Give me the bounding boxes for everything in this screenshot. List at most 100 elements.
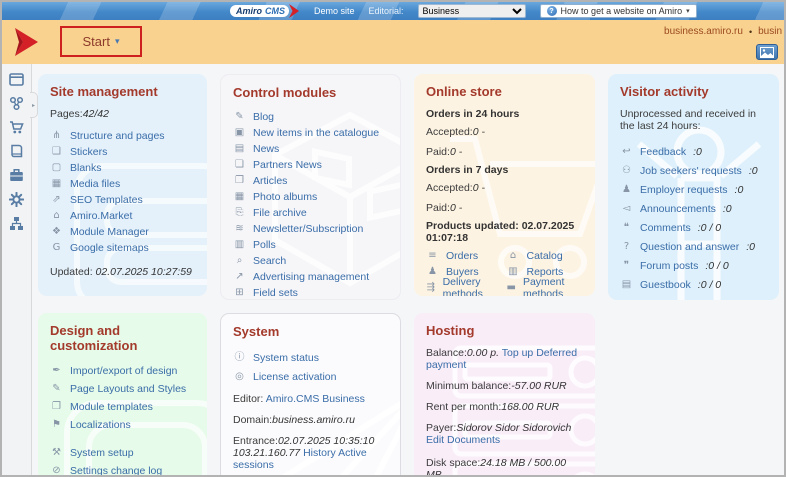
link-job-seekers[interactable]: ⚇Job seekers' requests:0 (620, 161, 767, 180)
link-field-sets[interactable]: ⊞Field sets (233, 285, 388, 300)
grid-icon: ⊞ (233, 288, 246, 298)
link-news[interactable]: ▤News (233, 141, 388, 157)
link-photo-albums[interactable]: ▦Photo albums (233, 189, 388, 205)
package-icon: ❖ (50, 227, 63, 237)
entrance-row: Entrance:02.07.2025 10:35:10 103.21.160.… (233, 435, 388, 471)
link-partners-news[interactable]: ❏Partners News (233, 157, 388, 173)
link-feedback[interactable]: ↩Feedback:0 (620, 142, 767, 161)
flag-icon: ⚑ (50, 420, 63, 430)
sitemap-icon (9, 216, 24, 231)
demo-site-link[interactable]: Demo site (314, 6, 355, 16)
help-button-label: How to get a website on Amiro (561, 6, 683, 16)
link-page-layouts[interactable]: ✎Page Layouts and Styles (50, 380, 195, 398)
amiro-cms-logo[interactable]: AmiroCMS (230, 4, 300, 18)
link-catalog[interactable]: ⌂Catalog (507, 248, 584, 264)
picture-icon (760, 47, 774, 58)
image-preview-button[interactable] (756, 44, 778, 60)
link-comments[interactable]: ❝Comments:0 / 0 (620, 218, 767, 237)
link-localizations[interactable]: ⚑Localizations (50, 416, 195, 434)
link-structure-and-pages[interactable]: ⋔Structure and pages (50, 128, 195, 144)
license-icon: ◎ (233, 372, 246, 382)
forum-icon: ❞ (620, 261, 633, 271)
pen-icon: ✒ (50, 366, 63, 376)
link-employer-requests[interactable]: ♟Employer requests:0 (620, 180, 767, 199)
visitor-intro: Unprocessed and received in the last 24 … (620, 108, 767, 132)
min-balance-row: Minimum balance:-57.00 RUR (426, 380, 583, 392)
panel-design-customization: Design and customization ✒Import/export … (38, 313, 207, 477)
book-icon (9, 144, 24, 158)
domain-link[interactable]: business.amiro.ru (664, 26, 743, 37)
link-orders[interactable]: ≡Orders (426, 248, 503, 264)
sidebar-item-market[interactable] (9, 167, 25, 183)
sidebar-item-store[interactable] (9, 119, 25, 135)
panel-title: Site management (50, 84, 195, 99)
start-label: Start (83, 34, 110, 49)
link-seo-templates[interactable]: ⇗SEO Templates (50, 192, 195, 208)
document-icon: ▢ (50, 163, 63, 173)
employer-count: :0 (735, 184, 744, 196)
link-payment-methods[interactable]: ▬Payment methods (507, 280, 584, 296)
sidebar-item-structure[interactable] (9, 215, 25, 231)
editor-link[interactable]: Amiro.CMS Business (266, 393, 365, 405)
chart-icon: ⇗ (50, 195, 63, 205)
link-system-setup[interactable]: ⚒System setup (50, 444, 195, 462)
link-module-templates[interactable]: ❐Module templates (50, 398, 195, 416)
link-new-items-catalogue[interactable]: ▣New items in the catalogue (233, 125, 388, 141)
photos-icon: ▦ (233, 192, 246, 202)
sidebar-item-pages[interactable] (9, 143, 25, 159)
top-bar: AmiroCMS Demo site Editorial: Business ?… (2, 2, 784, 20)
link-google-sitemaps[interactable]: GGoogle sitemaps (50, 240, 195, 256)
panel-title: Control modules (233, 85, 388, 100)
link-advertising[interactable]: ↗Advertising management (233, 269, 388, 285)
rent-row: Rent per month:168.00 RUR (426, 401, 583, 413)
panel-site-management: Site management Pages:42/42 ⋔Structure a… (38, 74, 207, 296)
paid-24h: Paid:0 - (426, 146, 583, 158)
feedback-count: :0 (693, 146, 702, 158)
link-articles[interactable]: ❐Articles (233, 173, 388, 189)
panel-control-modules: Control modules ✎Blog ▣New items in the … (220, 74, 401, 300)
domain-link-truncated[interactable]: busin (758, 26, 782, 37)
link-forum-posts[interactable]: ❞Forum posts:0 / 0 (620, 256, 767, 275)
history-link[interactable]: History (303, 447, 336, 459)
link-guestbook[interactable]: ▤Guestbook:0 / 0 (620, 275, 767, 294)
person-icon: ♟ (620, 185, 633, 195)
comments-count: :0 / 0 (698, 222, 721, 234)
editorial-select[interactable]: Business (418, 4, 526, 18)
link-blanks[interactable]: ▢Blanks (50, 160, 195, 176)
help-button[interactable]: ? How to get a website on Amiro ▾ (540, 4, 697, 18)
link-system-status[interactable]: ⓘSystem status (233, 348, 388, 367)
start-menu-button[interactable]: Start ▾ (60, 26, 142, 57)
documents-link[interactable]: Documents (447, 434, 500, 446)
link-newsletter[interactable]: ≋Newsletter/Subscription (233, 221, 388, 237)
products-updated: Products updated: 02.07.2025 01:07:18 (426, 220, 583, 244)
updated-timestamp: Updated: 02.07.2025 10:27:59 (50, 266, 195, 278)
comment-icon: ❝ (620, 223, 633, 233)
edit-link[interactable]: Edit (426, 434, 444, 446)
panel-title: Hosting (426, 323, 583, 338)
link-question-answer[interactable]: ?Question and answer:0 (620, 237, 767, 256)
logo-arrow-icon (289, 4, 300, 18)
link-settings-change-log[interactable]: ⊘Settings change log (50, 462, 195, 477)
briefcase-icon: ⌂ (50, 211, 63, 221)
link-amiro-market[interactable]: ⌂Amiro.Market (50, 208, 195, 224)
people-icon: ♟ (426, 267, 439, 277)
orders-24h-heading: Orders in 24 hours (426, 108, 583, 120)
link-announcements[interactable]: ◅Announcements:0 (620, 199, 767, 218)
link-module-manager[interactable]: ❖Module Manager (50, 224, 195, 240)
catalogue-icon: ▣ (233, 128, 246, 138)
chevron-down-icon: ▾ (686, 7, 690, 15)
sidebar-item-settings[interactable] (9, 191, 25, 207)
link-delivery-methods[interactable]: ⇶Delivery methods (426, 280, 503, 296)
link-search[interactable]: ⌕Search (233, 253, 388, 269)
sidebar-item-site[interactable] (9, 71, 25, 87)
link-license-activation[interactable]: ◎License activation (233, 367, 388, 386)
top-up-link[interactable]: Top up (502, 347, 534, 359)
link-stickers[interactable]: ❑Stickers (50, 144, 195, 160)
sidebar-expand-handle[interactable]: ▸ (30, 92, 38, 118)
link-import-export-design[interactable]: ✒Import/export of design (50, 362, 195, 380)
link-media-files[interactable]: ▦Media files (50, 176, 195, 192)
link-polls[interactable]: ▥Polls (233, 237, 388, 253)
link-file-archive[interactable]: ⎘File archive (233, 205, 388, 221)
sidebar-item-modules[interactable] (9, 95, 25, 111)
link-blog[interactable]: ✎Blog (233, 109, 388, 125)
